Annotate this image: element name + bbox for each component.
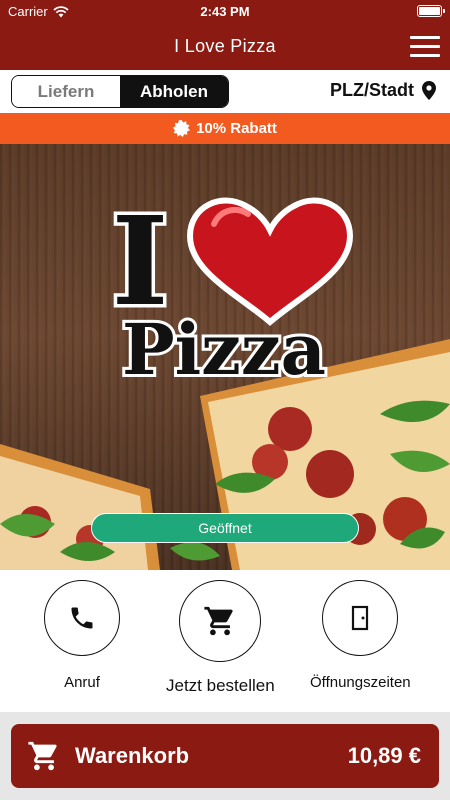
cart-icon bbox=[204, 606, 233, 636]
location-selector[interactable]: PLZ/Stadt bbox=[330, 80, 436, 101]
hero-banner: I Pizza Geöffnet bbox=[0, 144, 450, 570]
open-status-button[interactable]: Geöffnet bbox=[91, 513, 359, 543]
i-love-pizza-logo: I Pizza bbox=[108, 186, 329, 395]
opening-hours-action[interactable]: Öffnungszeiten bbox=[310, 580, 411, 691]
hamburger-menu-button[interactable] bbox=[410, 36, 440, 58]
discount-banner: 10% Rabatt bbox=[0, 113, 450, 144]
phone-icon bbox=[71, 607, 93, 629]
shopping-cart-icon bbox=[28, 741, 57, 771]
order-now-action[interactable]: Jetzt bestellen bbox=[166, 580, 275, 696]
badge-icon bbox=[173, 120, 191, 137]
top-bar: Carrier 2:43 PM I Love Pizza bbox=[0, 0, 450, 70]
cart-button[interactable]: Warenkorb 10,89 € bbox=[11, 724, 439, 788]
opening-hours-button[interactable] bbox=[322, 580, 399, 656]
call-button[interactable] bbox=[44, 580, 120, 656]
opening-hours-label: Öffnungszeiten bbox=[310, 674, 411, 691]
order-now-button[interactable] bbox=[179, 580, 262, 662]
mode-row: Liefern Abholen PLZ/Stadt bbox=[0, 70, 450, 113]
status-bar: Carrier 2:43 PM bbox=[0, 0, 450, 24]
order-now-label: Jetzt bestellen bbox=[166, 676, 275, 695]
location-label: PLZ/Stadt bbox=[330, 80, 414, 100]
page-title: I Love Pizza bbox=[174, 36, 276, 56]
footer: Warenkorb 10,89 € bbox=[0, 712, 450, 800]
svg-text:Pizza: Pizza bbox=[122, 308, 326, 391]
cart-total: 10,89 € bbox=[347, 743, 421, 768]
delivery-mode-toggle: Liefern Abholen bbox=[11, 75, 229, 108]
door-icon bbox=[352, 605, 369, 631]
quick-actions: Anruf Jetzt bestellen Öffnungszeiten bbox=[0, 570, 450, 712]
call-label: Anruf bbox=[64, 674, 100, 691]
map-pin-icon bbox=[422, 81, 436, 100]
pickup-tab[interactable]: Abholen bbox=[120, 76, 228, 107]
status-time: 2:43 PM bbox=[200, 4, 250, 19]
call-action[interactable]: Anruf bbox=[44, 580, 120, 691]
battery-icon bbox=[417, 5, 445, 17]
discount-label: 10% Rabatt bbox=[196, 120, 277, 137]
cart-label: Warenkorb bbox=[75, 743, 190, 768]
delivery-tab[interactable]: Liefern bbox=[12, 76, 120, 107]
